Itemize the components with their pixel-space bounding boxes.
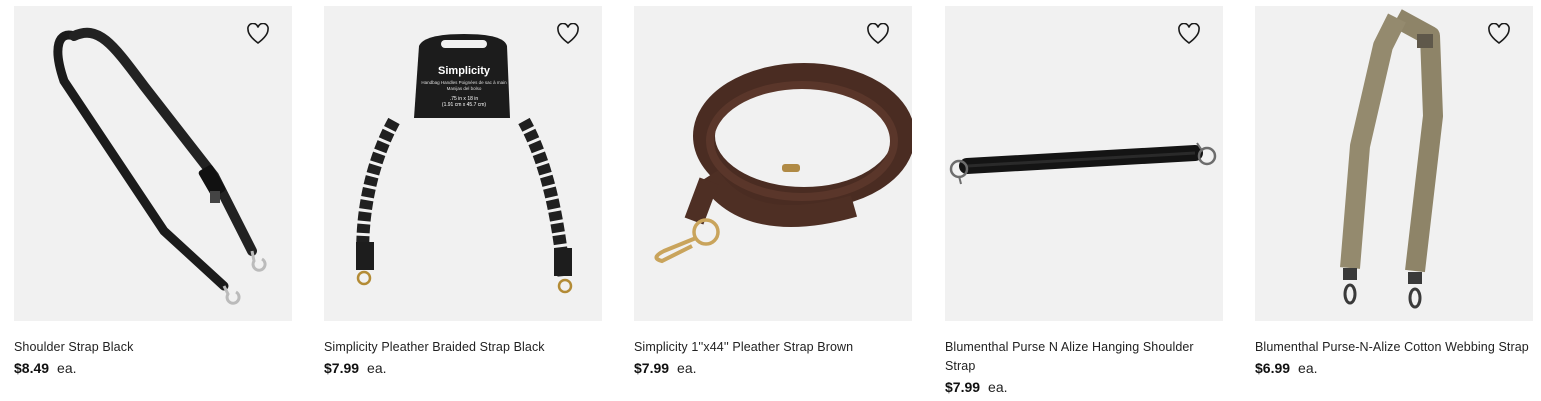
price-unit: ea.	[1298, 360, 1318, 376]
product-title[interactable]: Blumenthal Purse-N-Alize Cotton Webbing …	[1255, 338, 1533, 357]
product-title[interactable]: Simplicity 1''x44'' Pleather Strap Brown	[634, 338, 912, 357]
product-title[interactable]: Shoulder Strap Black	[14, 338, 292, 357]
product-card[interactable]: Blumenthal Purse N Alize Hanging Shoulde…	[945, 6, 1223, 397]
price-row: $7.99 ea.	[634, 358, 912, 378]
product-price: $7.99	[324, 360, 360, 376]
heart-outline-icon[interactable]	[1177, 22, 1201, 45]
short-black-strap-image	[949, 142, 1217, 185]
product-title[interactable]: Simplicity Pleather Braided Strap Black	[324, 338, 602, 357]
product-card[interactable]: Simplicity 1''x44'' Pleather Strap Brown…	[634, 6, 912, 378]
product-price: $8.49	[14, 360, 50, 376]
product-image[interactable]	[945, 6, 1223, 321]
price-unit: ea.	[57, 360, 77, 376]
braided-strap-image: Simplicity Handbag Handles Poignées de s…	[356, 34, 573, 294]
product-card[interactable]: Simplicity Handbag Handles Poignées de s…	[324, 6, 602, 378]
heart-outline-icon[interactable]	[866, 22, 890, 45]
product-price: $7.99	[945, 379, 981, 395]
heart-outline-icon[interactable]	[556, 22, 580, 45]
price-unit: ea.	[367, 360, 387, 376]
black-shoulder-strap-image	[53, 27, 267, 305]
product-price: $7.99	[634, 360, 670, 376]
package-line1: Handbag Handles Poignées de sac à main	[421, 80, 507, 85]
heart-outline-icon[interactable]	[1487, 22, 1511, 45]
product-title[interactable]: Blumenthal Purse N Alize Hanging Shoulde…	[945, 338, 1223, 376]
product-price: $6.99	[1255, 360, 1291, 376]
price-unit: ea.	[677, 360, 697, 376]
product-card[interactable]: Shoulder Strap Black $8.49 ea.	[14, 6, 292, 378]
package-line2: Manijas del bolso	[447, 86, 482, 91]
brown-coiled-strap-image	[654, 63, 912, 264]
price-row: $8.49 ea.	[14, 358, 292, 378]
price-row: $7.99 ea.	[324, 358, 602, 378]
price-unit: ea.	[988, 379, 1008, 395]
heart-outline-icon[interactable]	[246, 22, 270, 45]
product-grid: Shoulder Strap Black $8.49 ea. Simplicity…	[0, 0, 1541, 401]
product-image[interactable]	[1255, 6, 1533, 321]
price-row: $6.99 ea.	[1255, 358, 1533, 378]
product-image[interactable]	[634, 6, 912, 321]
product-image[interactable]	[14, 6, 292, 321]
product-image[interactable]: Simplicity Handbag Handles Poignées de s…	[324, 6, 602, 321]
package-line4: (1.91 cm x 45.7 cm)	[442, 102, 487, 108]
khaki-webbing-strap-image	[1340, 9, 1443, 309]
package-brand: Simplicity	[438, 65, 491, 77]
product-card[interactable]: Blumenthal Purse-N-Alize Cotton Webbing …	[1255, 6, 1533, 378]
price-row: $7.99 ea.	[945, 377, 1223, 397]
